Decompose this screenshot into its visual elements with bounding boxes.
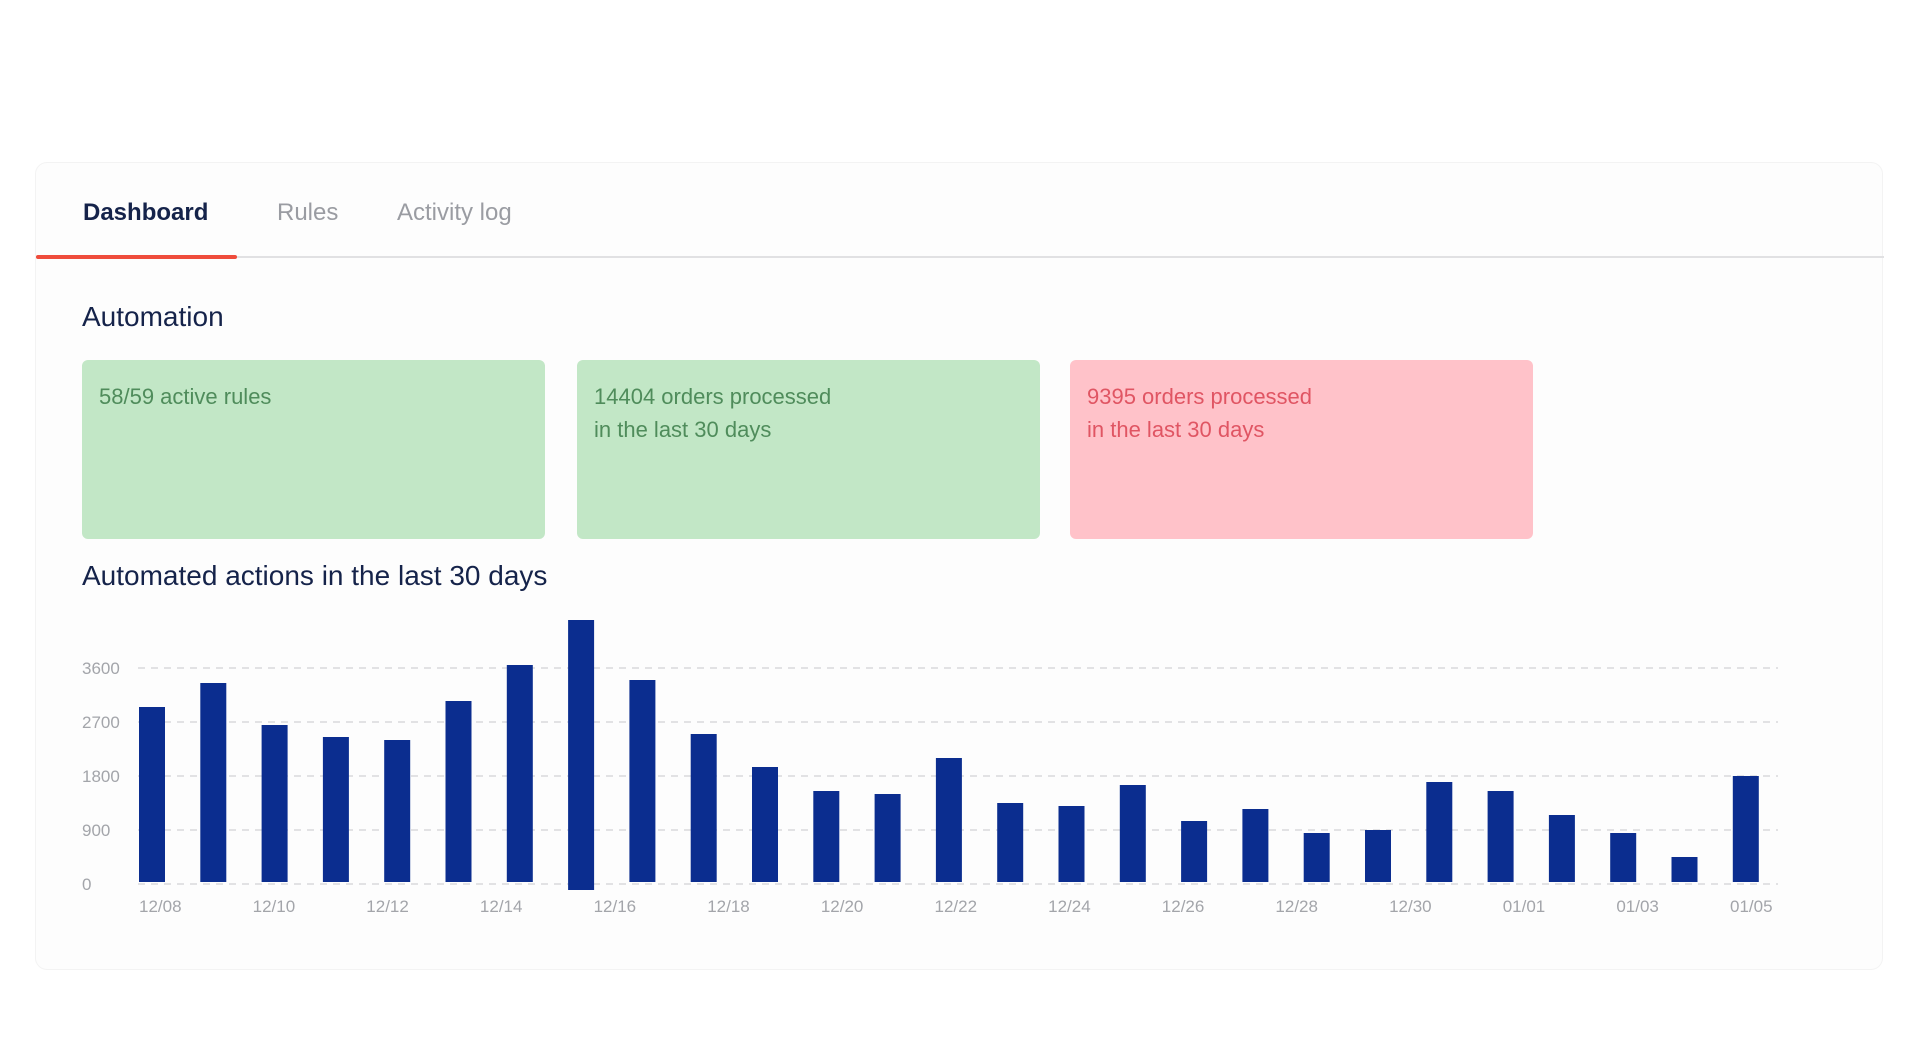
- y-tick-label: 0: [82, 875, 91, 894]
- bar-12-31[interactable]: [1548, 815, 1575, 882]
- x-tick-label: 12/14: [480, 897, 523, 916]
- bar-12-23[interactable]: [1058, 806, 1085, 882]
- active-tab-indicator: [36, 255, 237, 259]
- bar-12-11[interactable]: [322, 737, 349, 882]
- orders-failed-card[interactable]: 9395 orders processed in the last 30 day…: [1070, 360, 1533, 539]
- tab-divider: [36, 256, 1884, 258]
- bar-12-15[interactable]: [568, 620, 595, 890]
- y-tick-label: 2700: [82, 713, 120, 732]
- x-tick-label: 12/20: [821, 897, 864, 916]
- x-tick-label: 12/08: [139, 897, 182, 916]
- bar-12-09[interactable]: [200, 683, 227, 882]
- bar-12-28[interactable]: [1365, 830, 1391, 882]
- card-line-1: 58/59 active rules: [99, 384, 272, 409]
- bar-12-20[interactable]: [874, 794, 901, 882]
- bar-12-16[interactable]: [629, 680, 656, 882]
- bar-12-12[interactable]: [384, 740, 411, 882]
- bar-12-22[interactable]: [997, 803, 1024, 882]
- tab-activity-log[interactable]: Activity log: [397, 199, 512, 227]
- x-tick-label: 12/18: [707, 897, 750, 916]
- x-tick-label: 12/26: [1162, 897, 1205, 916]
- bar-12-27[interactable]: [1303, 833, 1330, 882]
- bar-12-13[interactable]: [445, 701, 472, 882]
- y-tick-label: 1800: [82, 767, 120, 786]
- x-tick-label: 12/30: [1389, 897, 1432, 916]
- automation-panel: Dashboard Rules Activity log Automation …: [35, 162, 1884, 970]
- x-tick-label: 12/16: [594, 897, 637, 916]
- chart-bars: [139, 620, 1759, 890]
- y-axis-labels: 0 900 1800 2700 3600: [82, 659, 120, 894]
- tab-rules[interactable]: Rules: [277, 199, 338, 227]
- chart-title: Automated actions in the last 30 days: [82, 560, 548, 591]
- bar-12-10[interactable]: [261, 725, 288, 882]
- card-line-2: in the last 30 days: [594, 417, 772, 442]
- bar-01-03[interactable]: [1732, 776, 1759, 882]
- bar-12-24[interactable]: [1119, 785, 1146, 882]
- x-tick-label: 12/10: [253, 897, 296, 916]
- y-tick-label: 900: [82, 821, 110, 840]
- tab-dashboard[interactable]: Dashboard: [83, 199, 208, 227]
- section-title: Automation: [82, 301, 224, 332]
- bar-12-18[interactable]: [752, 767, 778, 882]
- bar-12-26[interactable]: [1242, 809, 1269, 882]
- x-tick-label: 01/05: [1730, 897, 1773, 916]
- orders-processed-card[interactable]: 14404 orders processed in the last 30 da…: [577, 360, 1040, 539]
- bar-12-08[interactable]: [139, 707, 165, 882]
- card-line-2: in the last 30 days: [1087, 417, 1265, 442]
- x-axis-labels: 12/08 12/10 12/12 12/14 12/16 12/18 12/20 12/22…: [139, 897, 1773, 916]
- bar-12-21[interactable]: [935, 758, 962, 882]
- x-tick-label: 12/22: [935, 897, 978, 916]
- y-tick-label: 3600: [82, 659, 120, 678]
- card-line-1: 14404 orders processed: [594, 384, 832, 409]
- x-tick-label: 01/01: [1503, 897, 1546, 916]
- x-tick-label: 12/28: [1275, 897, 1318, 916]
- card-line-1: 9395 orders processed: [1087, 384, 1313, 409]
- bar-12-29[interactable]: [1426, 782, 1453, 882]
- bar-01-01[interactable]: [1610, 833, 1637, 882]
- active-rules-card[interactable]: 58/59 active rules: [82, 360, 545, 539]
- x-tick-label: 01/03: [1616, 897, 1659, 916]
- tab-bar: Dashboard Rules Activity log: [36, 163, 1884, 259]
- bar-12-19[interactable]: [813, 791, 840, 882]
- x-tick-label: 12/12: [366, 897, 409, 916]
- bar-12-17[interactable]: [690, 734, 717, 882]
- bar-12-14[interactable]: [506, 665, 533, 882]
- bar-12-30[interactable]: [1487, 791, 1514, 882]
- bar-01-02[interactable]: [1671, 857, 1698, 882]
- bar-12-25[interactable]: [1181, 821, 1208, 882]
- x-tick-label: 12/24: [1048, 897, 1091, 916]
